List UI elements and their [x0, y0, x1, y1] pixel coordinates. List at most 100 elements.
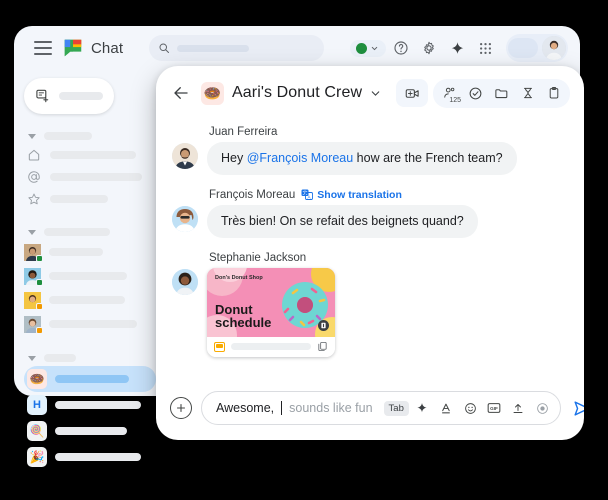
sidebar-dm-label-skeleton	[49, 248, 103, 256]
message-body: Juan Ferreira Hey @François Moreau how a…	[207, 126, 517, 175]
sidebar: 🍩 H 🍭 🎉	[14, 70, 166, 467]
dm-group-header[interactable]	[24, 224, 156, 240]
doc-badge-icon	[318, 319, 329, 331]
sidebar-dm-item[interactable]	[24, 288, 156, 312]
format-text-icon[interactable]	[439, 401, 454, 416]
member-count: 125	[449, 96, 461, 104]
space-emoji-icon: 🍭	[27, 421, 47, 441]
user-avatar[interactable]	[542, 36, 566, 60]
presence-dot	[356, 42, 367, 54]
composer-ghost-suggestion: sounds like fun	[289, 401, 373, 415]
message-text-after: how are the French team?	[353, 151, 503, 165]
send-icon[interactable]	[570, 396, 584, 420]
app-brand-name: Chat	[91, 39, 124, 57]
hourglass-icon[interactable]	[515, 82, 540, 105]
juan-avatar[interactable]	[172, 143, 198, 169]
new-chat-button[interactable]	[24, 78, 114, 114]
sidebar-nav-group	[24, 128, 156, 210]
presence-badge	[36, 278, 43, 286]
chevron-down-icon	[28, 133, 36, 139]
dm-group-label-skeleton	[44, 228, 110, 236]
sidebar-dm-label-skeleton	[49, 320, 137, 328]
video-call-icon[interactable]	[396, 79, 428, 107]
spaces-group-header[interactable]	[24, 350, 156, 366]
record-icon[interactable]	[535, 401, 550, 416]
account-skeleton	[508, 38, 538, 58]
spaces-group-label-skeleton	[44, 354, 76, 362]
add-attachment-icon[interactable]	[170, 397, 192, 419]
show-translation-button[interactable]: 文 A Show translation	[301, 189, 402, 201]
copy-icon[interactable]	[317, 341, 328, 352]
message-input[interactable]: Awesome, sounds like fun Tab GIF	[201, 391, 561, 425]
message-composer: Awesome, sounds like fun Tab GIF	[156, 384, 584, 440]
sidebar-item-label-skeleton	[50, 151, 136, 159]
card-artwork: Don's Donut Shop Donut schedule	[207, 267, 335, 337]
card-title: Donut schedule	[215, 303, 271, 330]
account-area	[506, 34, 568, 62]
svg-text:A: A	[308, 195, 311, 200]
card-footer	[207, 336, 335, 357]
message-sender: François Moreau	[209, 188, 296, 201]
person-avatar	[24, 315, 43, 334]
sidebar-space-item[interactable]: 🍩	[24, 366, 156, 392]
message-bubble: Très bien! On se refait des beignets qua…	[207, 204, 478, 238]
conversation-title: Aari's Donut Crew	[232, 84, 363, 101]
people-icon[interactable]: 125	[437, 82, 462, 105]
card-filename-skeleton	[231, 343, 311, 351]
svg-text:GIF: GIF	[490, 406, 498, 411]
message-sender: Stephanie Jackson	[209, 251, 307, 264]
apps-grid-icon[interactable]	[472, 35, 498, 61]
hamburger-menu-icon[interactable]	[34, 41, 52, 55]
sidebar-space-item[interactable]: 🎉	[24, 444, 156, 470]
star-icon	[26, 192, 41, 207]
message-text-before: Hey	[221, 151, 247, 165]
screenshot-stage: Chat 🍩 H 🍭 🎉 🍩 Aari's Donut Crew 125 Jua…	[0, 0, 608, 500]
sidebar-space-label-skeleton	[55, 453, 141, 461]
back-arrow-icon[interactable]	[170, 82, 192, 104]
upload-icon[interactable]	[511, 401, 526, 416]
sidebar-dm-item[interactable]	[24, 240, 156, 264]
sidebar-dm-label-skeleton	[49, 272, 127, 280]
sidebar-item[interactable]	[24, 144, 156, 166]
check-circle-icon[interactable]	[463, 82, 488, 105]
new-chat-icon	[36, 89, 49, 103]
nav-group-label-skeleton	[44, 132, 92, 140]
sidebar-dm-item[interactable]	[24, 312, 156, 336]
tab-hint-chip[interactable]: Tab	[383, 400, 409, 416]
nav-group-header[interactable]	[24, 128, 156, 144]
presence-badge	[36, 302, 43, 310]
mention-chip[interactable]: @François Moreau	[247, 151, 353, 165]
sidebar-space-item[interactable]: 🍭	[24, 418, 156, 444]
mentions-icon	[26, 170, 41, 185]
card-brand-name: Don's Donut Shop	[215, 274, 263, 281]
message-item: Juan Ferreira Hey @François Moreau how a…	[172, 126, 568, 175]
conversation-panel: 🍩 Aari's Donut Crew 125 Juan Ferreira He…	[156, 66, 584, 440]
space-emoji-icon: 🍩	[27, 369, 47, 389]
sidebar-space-item[interactable]: H	[24, 392, 156, 418]
sidebar-dm-item[interactable]	[24, 264, 156, 288]
francois-avatar[interactable]	[172, 205, 198, 232]
message-bubble: Hey @François Moreau how are the French …	[207, 142, 517, 175]
sparkle-icon[interactable]	[415, 401, 430, 416]
help-circle-icon[interactable]	[388, 35, 414, 61]
search-input[interactable]	[149, 35, 325, 61]
sidebar-dm-label-skeleton	[49, 296, 125, 304]
presence-status-button[interactable]	[350, 39, 386, 57]
sidebar-item-label-skeleton	[50, 195, 108, 203]
clipboard-icon[interactable]	[541, 82, 566, 105]
composer-typed-text: Awesome,	[216, 401, 275, 415]
shared-file-card[interactable]: Don's Donut Shop Donut schedule	[207, 267, 335, 357]
app-top-bar: Chat	[14, 26, 580, 70]
conversation-menu-chevron-down-icon[interactable]	[369, 87, 382, 100]
emoji-icon[interactable]	[463, 401, 478, 416]
google-slides-icon	[214, 341, 225, 352]
sidebar-item[interactable]	[24, 188, 156, 210]
sidebar-item[interactable]	[24, 166, 156, 188]
message-sender-line: Juan Ferreira	[207, 126, 517, 138]
sparkle-icon[interactable]	[444, 35, 470, 61]
stephanie-avatar[interactable]	[172, 268, 198, 295]
folder-icon[interactable]	[489, 82, 514, 105]
gif-icon[interactable]: GIF	[487, 401, 502, 416]
gear-icon[interactable]	[416, 35, 442, 61]
sidebar-space-label-skeleton	[55, 401, 141, 409]
